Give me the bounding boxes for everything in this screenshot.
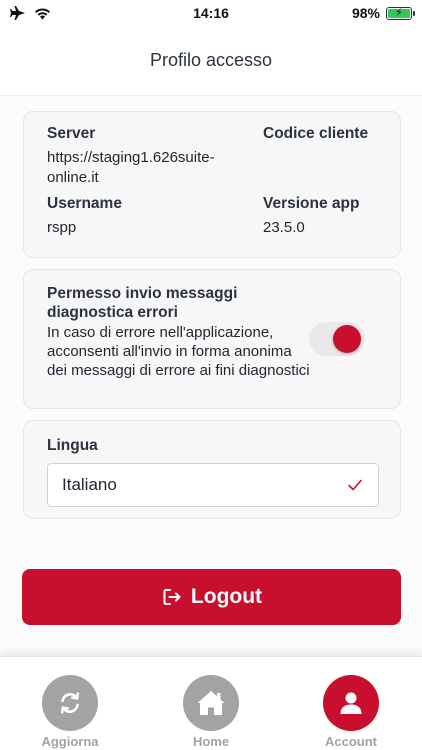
- header: Profilo accesso: [0, 26, 422, 96]
- tab-bar: Aggiorna Home Account: [0, 656, 422, 750]
- username-value: rspp: [47, 219, 77, 236]
- checkmark-icon: [348, 479, 362, 491]
- tab-aggiorna[interactable]: Aggiorna: [25, 675, 115, 749]
- language-select[interactable]: Italiano: [47, 463, 379, 507]
- page-title: Profilo accesso: [149, 50, 273, 70]
- tab-home-circle: [183, 675, 239, 731]
- diagnostics-title: Permesso invio messaggi diagnostica erro…: [47, 285, 238, 321]
- tab-home[interactable]: Home: [166, 675, 256, 749]
- versione-app-label: Versione app: [263, 195, 360, 212]
- server-label: Server: [47, 125, 96, 142]
- tab-account-label: Account: [325, 734, 377, 749]
- home-icon: [197, 691, 225, 715]
- logout-icon: [163, 589, 181, 605]
- toggle-knob: [333, 325, 361, 353]
- user-icon: [340, 692, 362, 714]
- content: Server https://staging1.626suite- online…: [0, 96, 422, 656]
- tab-account-circle: [323, 675, 379, 731]
- diagnostics-toggle[interactable]: [309, 322, 365, 356]
- tab-home-label: Home: [192, 734, 230, 749]
- battery-icon: ⚡: [386, 6, 415, 20]
- server-value-line2: online.it: [47, 169, 99, 186]
- server-value: https://staging1.626suite- online.it: [47, 148, 215, 188]
- refresh-icon: [61, 692, 79, 714]
- status-left: [10, 6, 130, 20]
- tab-account[interactable]: Account: [306, 675, 396, 749]
- tab-aggiorna-circle: [42, 675, 98, 731]
- language-card: Lingua Italiano: [23, 420, 401, 519]
- status-bar: 14:16 98% ⚡: [0, 0, 422, 26]
- battery-percent: 98%: [351, 5, 380, 21]
- wifi-icon: [35, 7, 50, 19]
- server-value-line1: https://staging1.626suite-: [47, 149, 215, 166]
- language-value: Italiano: [62, 475, 117, 494]
- versione-app-value: 23.5.0: [263, 219, 305, 236]
- diagnostics-description: In caso di errore nell'applicazione, acc…: [47, 324, 310, 379]
- tab-aggiorna-label: Aggiorna: [41, 734, 99, 749]
- codice-cliente-label: Codice cliente: [263, 125, 369, 142]
- language-label: Lingua: [47, 437, 98, 454]
- status-right: 98% ⚡: [292, 5, 415, 21]
- diagnostics-card: Permesso invio messaggi diagnostica erro…: [23, 269, 401, 409]
- username-label: Username: [47, 195, 122, 212]
- logout-label: Logout: [190, 585, 263, 608]
- status-time: 14:16: [193, 5, 229, 21]
- airplane-icon: [10, 6, 25, 20]
- logout-button[interactable]: Logout: [22, 569, 401, 625]
- info-card: Server https://staging1.626suite- online…: [23, 111, 401, 258]
